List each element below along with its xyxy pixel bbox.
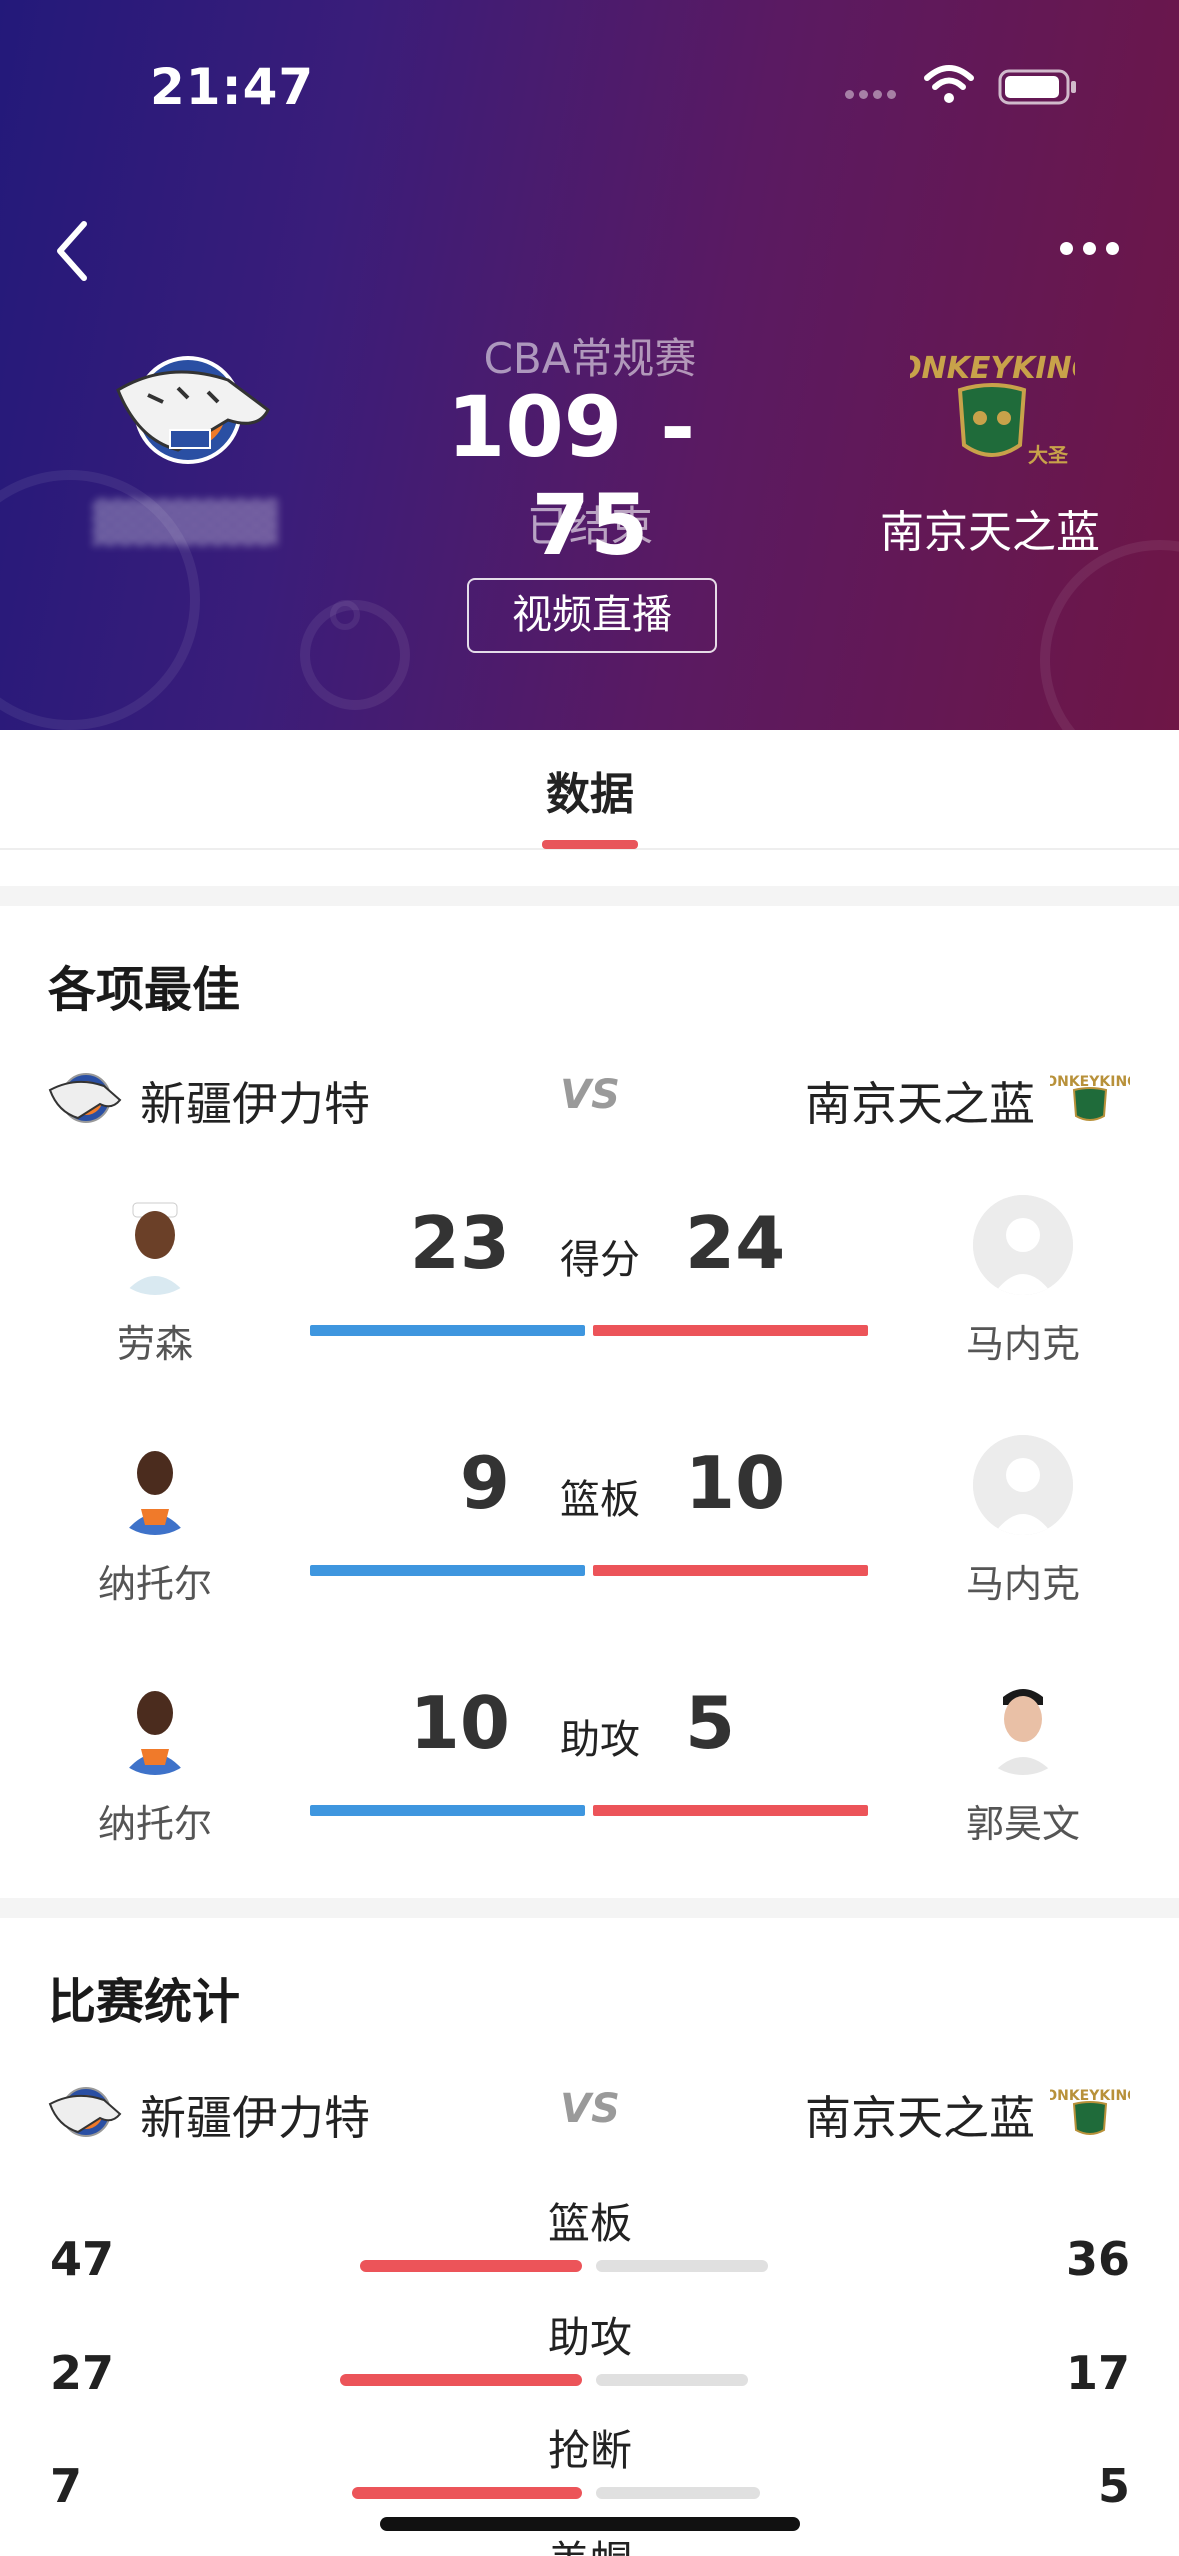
stat-label: 助攻	[547, 2313, 632, 2362]
home-value: 23	[409, 1201, 510, 1285]
stat-home-bar	[360, 2260, 582, 2272]
score-separator: -	[660, 378, 696, 476]
stat-label: 抢断	[547, 2426, 632, 2475]
best-row-assists[interactable]: 纳托尔 10 助攻 5 郭昊文	[0, 1675, 1179, 1875]
game-status: 已结束	[526, 502, 653, 551]
section-divider	[0, 886, 1179, 906]
away-player-name: 郭昊文	[965, 1802, 1080, 1846]
stat-away-bar	[596, 2374, 748, 2386]
vs-label: VS	[560, 1072, 620, 1118]
away-team-name: 南京天之蓝	[805, 2091, 1035, 2145]
home-team-logo-small	[48, 2087, 122, 2137]
tab-data[interactable]: 数据	[490, 758, 690, 822]
away-team-name: 南京天之蓝	[805, 1077, 1035, 1131]
player-avatar-home	[105, 1435, 205, 1535]
stat-home-value: 7	[50, 2459, 83, 2513]
stat-away-bar	[596, 2487, 760, 2499]
player-avatar-away	[973, 1675, 1073, 1775]
best-row-rebounds[interactable]: 纳托尔 9 篮板 10 马内克	[0, 1435, 1179, 1635]
video-live-button[interactable]: 视频直播	[467, 578, 717, 653]
decor-circle	[1040, 540, 1179, 730]
back-chevron-icon[interactable]	[48, 218, 98, 284]
stat-row-steals: 抢断 7 5	[0, 2417, 1179, 2529]
home-team-name: 新疆伊力特	[140, 2091, 370, 2145]
player-avatar-home	[105, 1195, 205, 1295]
stat-away-bar	[596, 2260, 768, 2272]
home-score: 109	[446, 378, 623, 476]
signal-dots-icon	[845, 84, 905, 99]
away-team-logo: MONKEYKINGS 大圣	[910, 351, 1075, 467]
stat-away-value: 36	[1065, 2232, 1130, 2286]
player-avatar-placeholder	[973, 1195, 1073, 1295]
player-avatar-placeholder	[973, 1435, 1073, 1535]
away-value: 24	[685, 1201, 786, 1285]
decor-circle	[330, 600, 360, 630]
home-bar	[310, 1805, 585, 1816]
stat-home-value: 47	[50, 2232, 115, 2286]
svg-text:MONKEYKINGS: MONKEYKINGS	[910, 351, 1075, 386]
away-team-logo-small: MONKEYKINGS	[1050, 2088, 1130, 2135]
stats-teams-row: 新疆伊力特 VS 南京天之蓝 MONKEYKINGS	[0, 2070, 1179, 2150]
away-value: 10	[685, 1441, 786, 1525]
stat-label: 篮板	[547, 2199, 632, 2248]
stat-away-value: 17	[1065, 2346, 1130, 2400]
away-bar	[593, 1325, 868, 1336]
home-indicator[interactable]	[380, 2517, 800, 2531]
category-label: 助攻	[560, 1717, 640, 1763]
best-section-title: 各项最佳	[48, 962, 241, 1018]
svg-text:大圣: 大圣	[1028, 443, 1069, 467]
away-bar	[593, 1805, 868, 1816]
away-player-name: 马内克	[965, 1322, 1080, 1366]
category-label: 篮板	[560, 1477, 640, 1523]
best-row-points[interactable]: 劳森 23 得分 24 马内克	[0, 1195, 1179, 1395]
home-player-name: 纳托尔	[97, 1562, 212, 1606]
stat-label: 盖帽	[440, 2528, 740, 2556]
section-divider	[0, 1898, 1179, 1918]
home-bar	[310, 1565, 585, 1576]
away-bar	[593, 1565, 868, 1576]
stat-row-assists: 助攻 27 17	[0, 2304, 1179, 2416]
home-value: 10	[409, 1681, 510, 1765]
away-team-logo-small: MONKEYKINGS	[1050, 1074, 1130, 1121]
league-label: CBA常规赛	[483, 334, 697, 383]
active-tab-indicator	[542, 840, 638, 849]
home-value: 9	[459, 1441, 510, 1525]
category-label: 得分	[560, 1237, 640, 1283]
best-teams-row: 新疆伊力特 VS 南京天之蓝 MONKEYKINGS	[0, 1056, 1179, 1136]
stat-home-bar	[352, 2487, 582, 2499]
home-bar	[310, 1325, 585, 1336]
status-time: 21:47	[150, 58, 315, 116]
stat-row-blocks: 盖帽	[0, 2528, 1179, 2556]
wifi-icon	[924, 65, 974, 103]
battery-icon	[998, 69, 1076, 105]
stat-away-value: 5	[1097, 2459, 1130, 2513]
away-player-name: 马内克	[965, 1562, 1080, 1606]
stat-home-bar	[340, 2374, 582, 2386]
player-avatar-home	[105, 1675, 205, 1775]
home-player-name: 劳森	[116, 1322, 193, 1366]
tab-bar: 数据	[0, 730, 1179, 850]
stats-section-title: 比赛统计	[48, 1974, 241, 2030]
home-player-name: 纳托尔	[97, 1802, 212, 1846]
more-dots-icon[interactable]	[1060, 240, 1132, 260]
stat-row-rebounds: 篮板 47 36	[0, 2190, 1179, 2302]
away-value: 5	[685, 1681, 736, 1765]
home-team-logo-small	[48, 1073, 122, 1123]
match-header: 21:47 ▓▓▓▓▓▓ MONKEYKINGS 大圣 南京天之蓝 CBA常规赛…	[0, 0, 1179, 730]
home-team-logo	[116, 356, 270, 464]
stat-home-value: 27	[50, 2346, 115, 2400]
home-team-name: 新疆伊力特	[140, 1077, 370, 1131]
vs-label: VS	[560, 2086, 620, 2132]
home-team-name-blurred: ▓▓▓▓▓▓	[92, 500, 278, 546]
away-team-name: 南京天之蓝	[880, 507, 1100, 558]
